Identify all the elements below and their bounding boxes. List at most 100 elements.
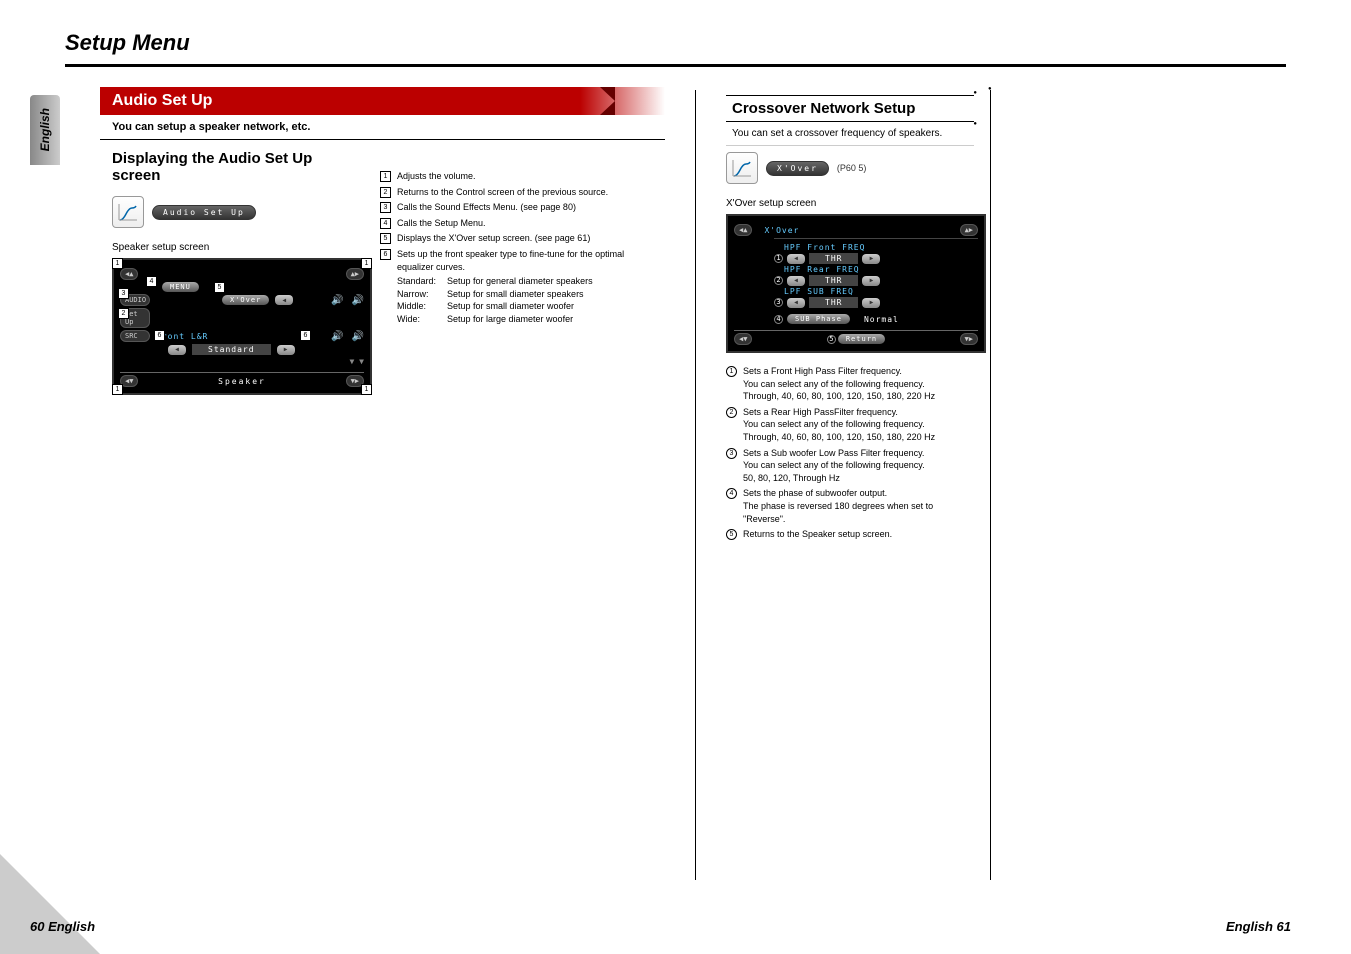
ds2-1-left[interactable]: ◀ <box>787 254 805 264</box>
crossover-header: Crossover Network Setup <box>726 95 974 122</box>
sub-v3: Setup for large diameter woofer <box>447 313 573 326</box>
speaker-icon: 🔊 <box>352 295 364 306</box>
ds-std-right[interactable]: ▶ <box>277 345 295 355</box>
ds2-c2: 2 <box>774 276 783 285</box>
ds-xover-pill[interactable]: X'Over <box>222 295 269 305</box>
ds-std-left[interactable]: ◀ <box>168 345 186 355</box>
ds2-2-right[interactable]: ▶ <box>862 276 880 286</box>
callout-1c: 1 <box>112 384 123 395</box>
desc-4: Calls the Setup Menu. <box>397 217 660 230</box>
sub-k3: Wide: <box>397 313 447 326</box>
ds2-3-right[interactable]: ▶ <box>862 298 880 308</box>
callout-2: 2 <box>118 308 129 319</box>
rnum-2: 2 <box>726 407 737 418</box>
footer-right-pagenum: English 61 <box>1226 919 1291 934</box>
crossover-subtitle: You can set a crossover frequency of spe… <box>726 122 974 146</box>
desc-2: Returns to the Control screen of the pre… <box>397 186 660 199</box>
ds2-tr[interactable]: ▲▶ <box>960 224 978 236</box>
ds-footer-speaker: Speaker <box>218 377 266 386</box>
callout-3: 3 <box>118 288 129 299</box>
ds2-c3: 3 <box>774 298 783 307</box>
xover-setup-screen: ◀▲ X'Over ▲▶ HPF Front FREQ 1 ◀ THR ▶ HP… <box>726 214 986 353</box>
xover-pill[interactable]: X'Over <box>766 161 829 176</box>
desc-6: Sets up the front speaker type to fine-t… <box>397 249 624 272</box>
language-label: English <box>38 108 52 151</box>
equalizer-icon-2 <box>726 152 758 184</box>
desc-1: Adjusts the volume. <box>397 170 660 183</box>
ds2-tl[interactable]: ◀▲ <box>734 224 752 236</box>
ds2-c4: 4 <box>774 315 783 324</box>
sub-v0: Setup for general diameter speakers <box>447 275 593 288</box>
rdesc-4: Sets the phase of subwoofer output. The … <box>743 487 974 525</box>
audio-setup-header: Audio Set Up <box>100 87 665 115</box>
num-1: 1 <box>380 171 391 182</box>
right-description-list: 1 Sets a Front High Pass Filter frequency… <box>726 365 974 541</box>
ds-standard-value: Standard <box>192 344 271 355</box>
ds-vol-right[interactable]: ▲▶ <box>346 268 364 280</box>
desc-5: Displays the X'Over setup screen. (see p… <box>397 232 660 245</box>
ds2-title: X'Over <box>764 226 799 235</box>
num-5: 5 <box>380 233 391 244</box>
ds-xover-left[interactable]: ◀ <box>275 295 293 305</box>
num-4: 4 <box>380 218 391 229</box>
ds2-c5: 5 <box>827 335 836 344</box>
rdesc-2: Sets a Rear High PassFilter frequency. Y… <box>743 406 974 444</box>
ds-src-btn[interactable]: SRC <box>120 330 150 342</box>
speaker-screen-caption: Speaker setup screen <box>100 234 360 256</box>
callout-6b: 6 <box>300 330 311 341</box>
rdesc-5: Returns to the Speaker setup screen. <box>743 528 974 541</box>
callout-5: 5 <box>214 282 225 293</box>
num-3: 3 <box>380 202 391 213</box>
sub-v1: Setup for small diameter speakers <box>447 288 584 301</box>
audio-setup-subtitle: You can setup a speaker network, etc. <box>100 115 665 140</box>
ds2-3-left[interactable]: ◀ <box>787 298 805 308</box>
callout-1d: 1 <box>361 384 372 395</box>
ds2-return[interactable]: Return <box>838 334 885 344</box>
ds2-normal: Normal <box>864 315 899 324</box>
rnum-5: 5 <box>726 529 737 540</box>
left-description-list: 1 Adjusts the volume. 2 Returns to the Con… <box>380 170 660 326</box>
audio-setup-pill[interactable]: Audio Set Up <box>152 205 256 220</box>
ds-menu-btn[interactable]: MENU <box>162 282 199 292</box>
speaker-icon: 🔊 <box>352 331 364 342</box>
sub-k1: Narrow: <box>397 288 447 301</box>
ds2-bl[interactable]: ◀▼ <box>734 333 752 345</box>
callout-4: 4 <box>146 276 157 287</box>
ds2-1-right[interactable]: ▶ <box>862 254 880 264</box>
ds2-2-val: THR <box>809 275 858 286</box>
ds2-1-val: THR <box>809 253 858 264</box>
rdesc-3: Sets a Sub woofer Low Pass Filter freque… <box>743 447 974 485</box>
sub-k0: Standard: <box>397 275 447 288</box>
num-6: 6 <box>380 249 391 260</box>
ds-vol-left[interactable]: ◀▲ <box>120 268 138 280</box>
ds2-subphase[interactable]: SUB Phase <box>787 314 850 324</box>
callout-1a: 1 <box>112 258 123 269</box>
equalizer-icon <box>112 196 144 228</box>
woofer-icon: ▼ ▼ <box>350 357 364 366</box>
ds2-3-val: THR <box>809 297 858 308</box>
speaker-setup-screen: 1 1 1 1 4 3 2 5 6 6 ◀▲ ▲▶ M <box>112 258 372 395</box>
rnum-4: 4 <box>726 488 737 499</box>
ds2-hpf-front: HPF Front FREQ <box>784 243 978 252</box>
xover-caption: X'Over setup screen <box>726 190 974 212</box>
speaker-icon: 🔊 <box>331 295 343 306</box>
num-2: 2 <box>380 187 391 198</box>
callout-1b: 1 <box>361 258 372 269</box>
footer-left-pagenum: 60 English <box>30 919 95 934</box>
ds2-c1: 1 <box>774 254 783 263</box>
callout-6a: 6 <box>154 330 165 341</box>
rdesc-1: Sets a Front High Pass Filter frequency.… <box>743 365 974 403</box>
displaying-audio-heading: Displaying the Audio Set Up screen <box>100 140 360 190</box>
ds2-br[interactable]: ▼▶ <box>960 333 978 345</box>
rnum-1: 1 <box>726 366 737 377</box>
speaker-icon: 🔊 <box>331 331 343 342</box>
footer-decoration <box>0 854 100 954</box>
language-tab: English <box>30 95 60 165</box>
ds2-lpf-sub: LPF SUB FREQ <box>784 287 978 296</box>
sub-v2: Setup for small diameter woofer <box>447 300 574 313</box>
sub-k2: Middle: <box>397 300 447 313</box>
ds2-2-left[interactable]: ◀ <box>787 276 805 286</box>
ds2-hpf-rear: HPF Rear FREQ <box>784 265 978 274</box>
rnum-3: 3 <box>726 448 737 459</box>
page-title: Setup Menu <box>0 0 1351 64</box>
